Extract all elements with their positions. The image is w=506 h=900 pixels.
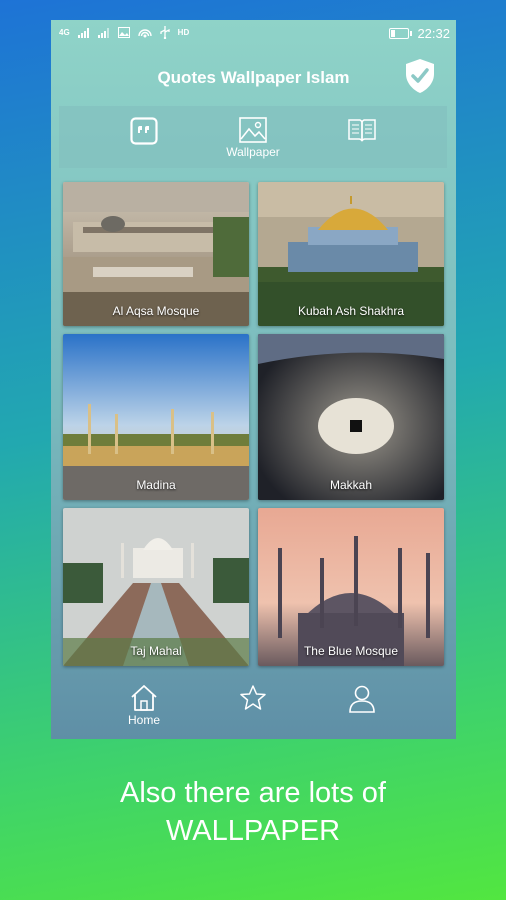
wallpaper-label: Makkah (329, 478, 373, 492)
app-title: Quotes Wallpaper Islam (157, 68, 350, 87)
wallpaper-card-makkah[interactable]: Makkah (258, 334, 444, 500)
wallpaper-card-kubah[interactable]: Kubah Ash Shakhra (258, 182, 444, 326)
tab-quotes[interactable] (89, 106, 199, 168)
signal-2-icon (97, 27, 109, 38)
nav-home[interactable]: Home (114, 684, 174, 727)
hotspot-icon (137, 28, 152, 37)
caption-line-2: WALLPAPER (165, 815, 341, 847)
top-tab-bar: Wallpaper (59, 106, 447, 168)
network-type: 4G (59, 28, 70, 37)
phone-screen: 4G HD 22:32 Quotes Wallpaper Islam Wallp… (51, 20, 456, 739)
wallpaper-card-taj-mahal[interactable]: Taj Mahal (63, 508, 249, 666)
bottom-nav: Home (51, 672, 456, 739)
gallery-icon (117, 27, 130, 38)
wallpaper-label: The Blue Mosque (303, 644, 399, 658)
blue-mosque-image (258, 508, 444, 666)
wallpaper-label: Madina (136, 478, 176, 492)
book-icon (348, 119, 376, 142)
usb-icon (160, 26, 170, 39)
wallpaper-card-blue-mosque[interactable]: The Blue Mosque (258, 508, 444, 666)
wallpaper-card-al-aqsa[interactable]: Al Aqsa Mosque (63, 182, 249, 326)
image-icon (239, 117, 267, 143)
wallpaper-label: Taj Mahal (130, 644, 182, 658)
app-bar: Quotes Wallpaper Islam (51, 48, 456, 108)
wallpaper-label: Al Aqsa Mosque (112, 304, 200, 318)
makkah-image (258, 334, 444, 500)
tab-wallpaper-label: Wallpaper (226, 145, 280, 159)
nav-home-label: Home (127, 713, 160, 727)
quote-icon (130, 117, 158, 145)
caption-line-1: Also there are lots of (120, 777, 386, 809)
nav-profile[interactable] (332, 684, 392, 715)
promo-caption: Also there are lots of WALLPAPER (0, 774, 506, 850)
battery-icon (389, 28, 413, 39)
status-bar: 4G HD 22:32 (51, 20, 456, 48)
wallpaper-card-madina[interactable]: Madina (63, 334, 249, 500)
madina-image (63, 334, 249, 500)
star-icon (240, 685, 266, 710)
tab-book[interactable] (307, 106, 417, 168)
signal-icon (77, 27, 89, 38)
user-icon (349, 685, 375, 713)
home-icon (131, 685, 157, 711)
shield-check-icon[interactable] (404, 58, 436, 94)
hd-indicator: HD (177, 28, 190, 37)
tab-wallpaper[interactable]: Wallpaper (198, 106, 308, 168)
clock: 22:32 (417, 26, 450, 41)
wallpaper-label: Kubah Ash Shakhra (297, 304, 405, 318)
nav-favorites[interactable] (223, 684, 283, 713)
taj-mahal-image (63, 508, 249, 666)
